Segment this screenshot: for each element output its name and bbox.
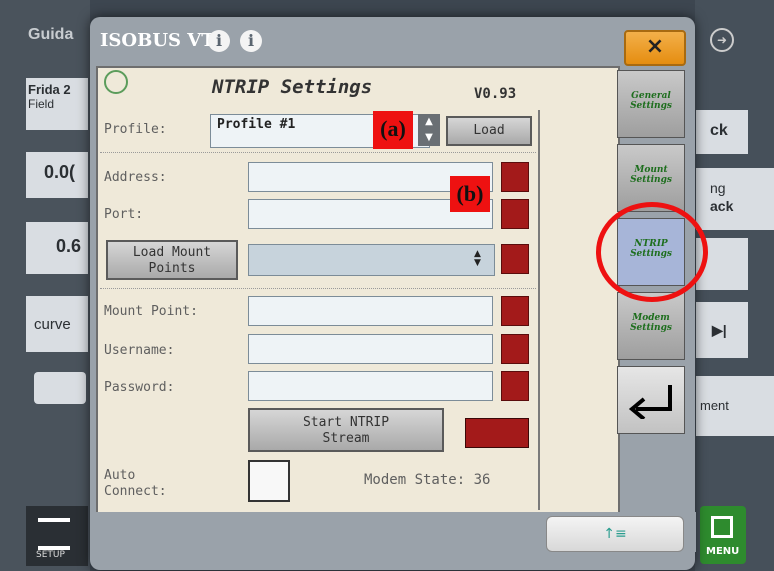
tab-general-settings[interactable]: General Settings: [617, 70, 685, 138]
username-label: Username:: [104, 343, 175, 358]
tab-modem-settings[interactable]: Modem Settings: [617, 292, 685, 360]
chevron-updown-icon: ▲ ▼: [474, 249, 481, 268]
load-profile-button[interactable]: Load: [446, 116, 532, 146]
mount-point-label: Mount Point:: [104, 304, 198, 319]
bg-right-tile-1[interactable]: ck: [696, 110, 748, 154]
footer-action-button[interactable]: ↑≡: [546, 516, 684, 552]
modem-state-text: Modem State:: [364, 472, 466, 488]
mount-point-input[interactable]: [248, 296, 493, 326]
divider: [100, 152, 536, 153]
profile-label: Profile:: [104, 122, 167, 137]
password-status-indicator: [501, 371, 529, 401]
close-button[interactable]: ×: [624, 30, 686, 66]
bg-mode: curve: [34, 316, 71, 333]
modem-state-label: Modem State: 36: [364, 472, 490, 488]
load-mount-points-button[interactable]: Load Mount Points: [106, 240, 238, 280]
menu-button[interactable]: MENU: [700, 506, 746, 564]
annotation-a: (a): [373, 111, 413, 149]
bg-field: Field: [28, 97, 55, 111]
load-label: Load: [473, 123, 505, 138]
list-sort-icon: ↑≡: [603, 526, 627, 542]
return-arrow-icon: [628, 385, 672, 419]
version-label: V0.93: [474, 86, 517, 102]
divider-2: [100, 288, 536, 289]
bg-vehicle: Frida 2: [28, 82, 71, 97]
bg-implement-button[interactable]: [34, 372, 86, 404]
start-label: Start NTRIP Stream: [302, 415, 390, 446]
username-input[interactable]: [248, 334, 493, 364]
bg-right-tile-5: ment: [696, 376, 774, 436]
modem-state-value: 36: [473, 472, 491, 488]
info-icon[interactable]: i: [208, 30, 230, 52]
bg-right-label-3: ack: [710, 198, 734, 214]
bg-right-label-4: ment: [700, 398, 729, 413]
ntrip-heading: NTRIP Settings: [212, 76, 373, 98]
bg-vehicle-tile: Frida 2 Field: [26, 78, 88, 130]
auto-connect-label: Auto Connect:: [104, 468, 167, 499]
bg-value2-tile: 0.6: [26, 222, 88, 274]
bg-right-label-2: ng: [710, 180, 726, 196]
info-icon-2[interactable]: i: [240, 30, 262, 52]
forward-icon[interactable]: ➜: [710, 28, 734, 52]
bg-value1: 0.0(: [44, 162, 76, 182]
start-ntrip-stream-button[interactable]: Start NTRIP Stream: [248, 408, 444, 452]
address-label: Address:: [104, 170, 167, 185]
menu-label: MENU: [706, 546, 740, 557]
mount-points-select[interactable]: [248, 244, 495, 276]
bg-right-tile-4[interactable]: ▶|: [696, 302, 748, 358]
password-input[interactable]: [248, 371, 493, 401]
bg-mode-tile: curve: [26, 296, 88, 352]
setup-label: SETUP: [36, 550, 65, 560]
highlight-circle: [596, 202, 708, 302]
skip-icon: ▶|: [712, 322, 727, 338]
tab-mount-label: Mount Settings: [630, 165, 672, 185]
auto-connect-checkbox[interactable]: [248, 460, 290, 502]
address-status-indicator: [501, 162, 529, 192]
app-logo-icon: [104, 70, 128, 94]
port-status-indicator: [501, 199, 529, 229]
mount-points-status-indicator: [501, 244, 529, 274]
setup-button[interactable]: SETUP: [26, 506, 88, 566]
password-label: Password:: [104, 380, 175, 395]
bg-left-tab: Guida: [28, 26, 74, 43]
mount-point-status-indicator: [501, 296, 529, 326]
bg-right-label-1: ck: [710, 122, 728, 139]
annotation-b: (b): [450, 176, 490, 212]
profile-stepper[interactable]: ▲ ▼: [418, 114, 440, 146]
bg-right-tile-2: ng ack: [696, 168, 774, 230]
stream-status-indicator: [465, 418, 529, 448]
dialog-title: ISOBUS VT: [100, 30, 215, 51]
tab-general-label: General Settings: [630, 91, 672, 111]
username-status-indicator: [501, 334, 529, 364]
port-label: Port:: [104, 207, 144, 222]
back-button[interactable]: [617, 366, 685, 434]
setup-icon: [38, 518, 70, 550]
load-mount-label: Load Mount Points: [132, 245, 212, 276]
bg-value1-tile: 0.0(: [26, 152, 88, 198]
bg-value2: 0.6: [56, 236, 82, 256]
grid-icon: [711, 516, 733, 538]
